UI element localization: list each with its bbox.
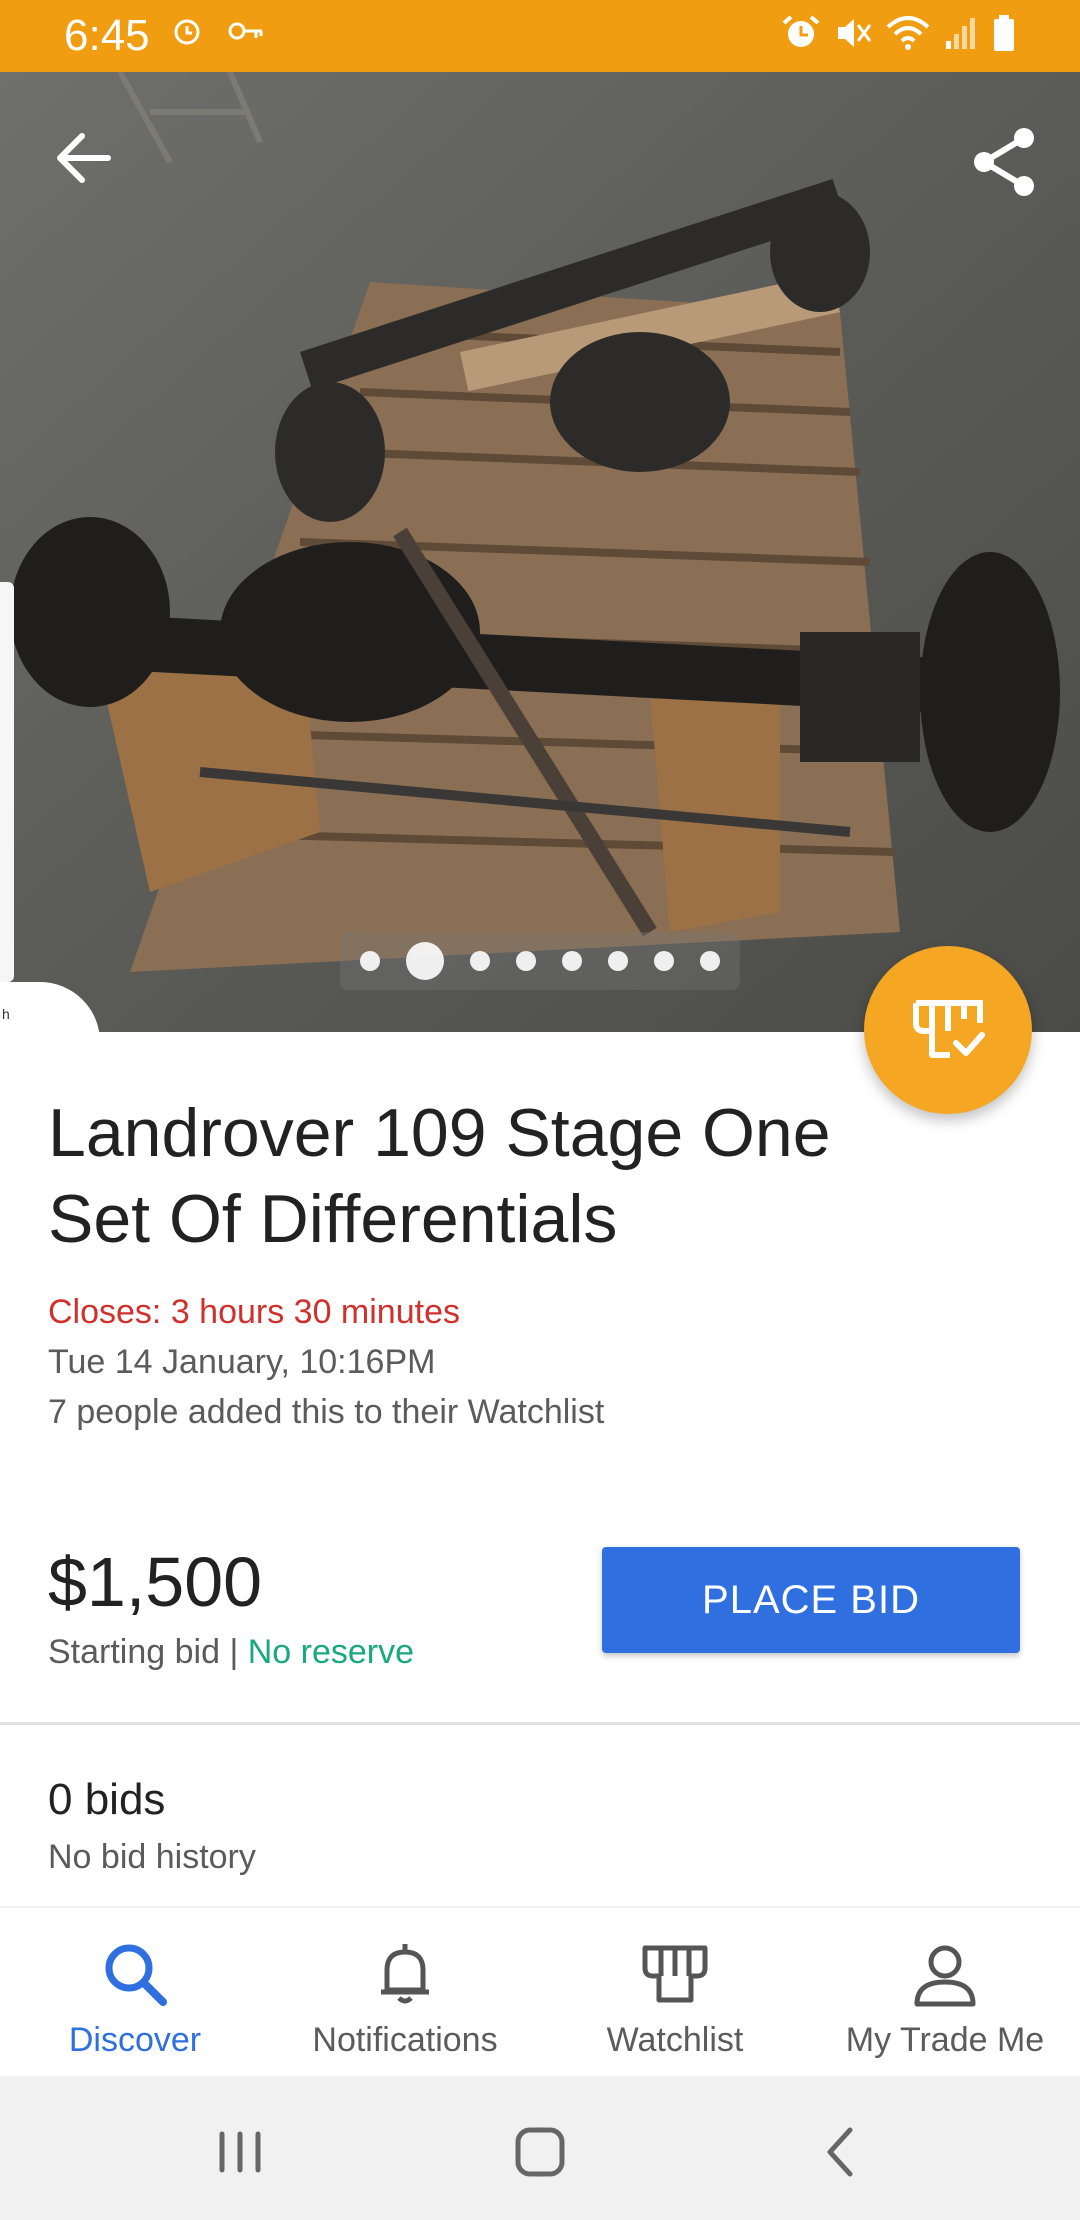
alarm-icon <box>174 19 200 45</box>
person-icon <box>914 1945 976 2007</box>
status-left-icons <box>172 16 264 46</box>
photo-pager <box>340 932 740 990</box>
nav-discover[interactable]: Discover <box>0 1908 270 2076</box>
listing-title: Landrover 109 Stage One Set Of Different… <box>48 1095 831 1257</box>
nav-label: My Trade Me <box>845 2021 1045 2059</box>
share-button[interactable] <box>964 122 1044 202</box>
nav-watchlist[interactable]: Watchlist <box>540 1908 810 2076</box>
back-button[interactable] <box>48 122 120 194</box>
recent-apps-button[interactable] <box>200 2112 280 2192</box>
system-navigation-bar <box>0 2076 1080 2220</box>
add-to-watchlist-button[interactable] <box>864 946 1032 1114</box>
wifi-icon <box>886 16 930 50</box>
price: $1,500 <box>48 1543 263 1621</box>
reserve-label: No reserve <box>247 1633 415 1671</box>
signal-icon <box>946 18 975 49</box>
price-subtitle: Starting bid | No reserve <box>48 1630 414 1674</box>
status-bar: 6:45 <box>0 0 1080 72</box>
watchlist-icon <box>642 1945 708 2003</box>
bottom-navigation: Discover Notifications Watchlist My Trad… <box>0 1906 1080 2076</box>
pager-dot[interactable] <box>608 951 628 971</box>
watchlist-check-icon <box>913 1000 985 1058</box>
status-right-icons <box>782 14 1016 52</box>
pager-dot[interactable] <box>360 951 380 971</box>
pager-dot[interactable] <box>700 951 720 971</box>
share-icon <box>974 128 1034 196</box>
listing-photo <box>0 72 1080 1032</box>
mute-icon <box>838 19 872 47</box>
battery-icon <box>994 15 1014 51</box>
bell-icon <box>381 1944 429 2004</box>
watchlist-count: 7 people added this to their Watchlist <box>48 1393 605 1431</box>
home-button[interactable] <box>500 2112 580 2192</box>
closing-date: Tue 14 January, 10:16PM <box>48 1343 436 1381</box>
system-back-button[interactable] <box>802 2112 882 2192</box>
status-time: 6:45 <box>64 11 150 60</box>
divider <box>0 1722 1080 1725</box>
pager-dot-active[interactable] <box>406 942 444 980</box>
nav-label: Watchlist <box>606 2021 744 2059</box>
place-bid-button[interactable]: PLACE BID <box>602 1547 1020 1653</box>
nav-label: Discover <box>68 2021 202 2059</box>
key-icon <box>228 22 263 40</box>
edge-panel-handle[interactable] <box>0 582 14 982</box>
pager-dot[interactable] <box>516 951 536 971</box>
chevron-left-icon <box>827 2127 853 2177</box>
closing-time: Closes: 3 hours 30 minutes <box>48 1293 460 1331</box>
pager-dot[interactable] <box>562 951 582 971</box>
pager-dot[interactable] <box>654 951 674 971</box>
bids-count: 0 bids <box>48 1775 166 1824</box>
recent-apps-icon <box>219 2131 261 2173</box>
nav-notifications[interactable]: Notifications <box>270 1908 540 2076</box>
pager-dot[interactable] <box>470 951 490 971</box>
nav-my-trade-me[interactable]: My Trade Me <box>810 1908 1080 2076</box>
listing-photo-carousel[interactable]: h <box>0 72 1080 1032</box>
price-separator: | <box>220 1633 248 1671</box>
nav-label: Notifications <box>312 2021 498 2059</box>
search-icon <box>105 1944 167 2006</box>
alarm-icon <box>782 15 820 47</box>
starting-bid-label: Starting bid <box>48 1633 220 1671</box>
bid-history-link[interactable]: No bid history <box>48 1835 256 1879</box>
home-icon <box>515 2127 565 2177</box>
arrow-left-icon <box>57 133 111 183</box>
